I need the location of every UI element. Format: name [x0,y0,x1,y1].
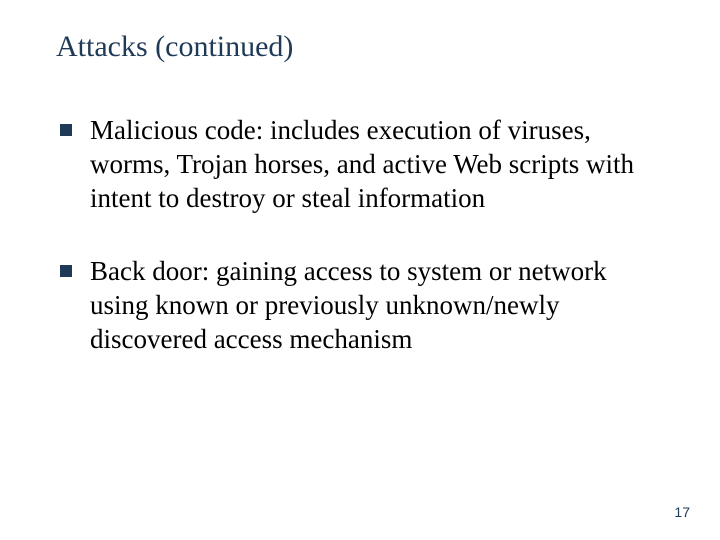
list-item: Back door: gaining access to system or n… [60,255,660,356]
slide-container: Attacks (continued) Malicious code: incl… [0,0,720,540]
bullet-text: Malicious code: includes execution of vi… [90,114,660,215]
bullet-list: Malicious code: includes execution of vi… [60,114,660,357]
bullet-text: Back door: gaining access to system or n… [90,255,660,356]
bullet-square-icon [60,124,72,136]
page-number: 17 [674,504,690,520]
bullet-square-icon [60,265,72,277]
list-item: Malicious code: includes execution of vi… [60,114,660,215]
slide-title: Attacks (continued) [56,30,660,64]
